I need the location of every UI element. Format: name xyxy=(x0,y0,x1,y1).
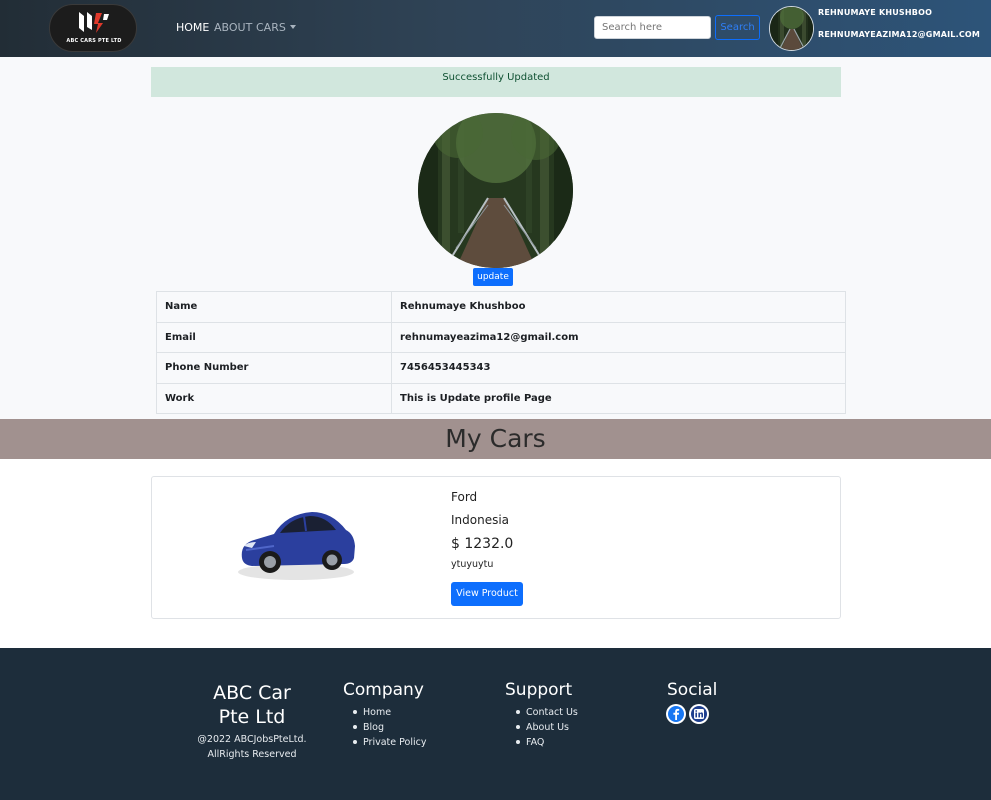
profile-image xyxy=(418,113,573,268)
nav-link-cars[interactable]: CARS xyxy=(256,21,296,34)
search-input[interactable] xyxy=(594,16,711,39)
nav-link-cars-label: CARS xyxy=(256,21,286,34)
nav-link-about[interactable]: ABOUT xyxy=(214,21,252,34)
avatar-image xyxy=(770,7,813,50)
footer-brand: ABC Car Pte Ltd xyxy=(196,681,308,729)
car-photo xyxy=(238,512,355,580)
footer-support-title: Support xyxy=(505,680,573,700)
logo-text: ABC CARS PTE LTD xyxy=(66,38,122,44)
car-description: ytuyuytu xyxy=(451,559,494,570)
footer-support-list: Contact Us About Us FAQ xyxy=(516,705,578,750)
work-value: This is Update profile Page xyxy=(391,382,846,414)
user-email: REHNUMAYEAZIMA12@GMAIL.COM xyxy=(818,30,981,39)
email-value: rehnumayeazima12@gmail.com xyxy=(391,321,846,353)
car-country: Indonesia xyxy=(451,513,510,527)
phone-label: Phone Number xyxy=(156,352,392,384)
table-row: Email rehnumayeazima12@gmail.com xyxy=(156,321,846,353)
footer-company-title: Company xyxy=(343,680,424,700)
footer-company-list: Home Blog Private Policy xyxy=(353,705,426,750)
phone-value: 7456453445343 xyxy=(391,352,846,384)
footer-link-about-us[interactable]: About Us xyxy=(516,720,578,735)
user-name: REHNUMAYE KHUSHBOO xyxy=(818,8,933,17)
navbar: ABC CARS PTE LTD HOME ABOUT CARS Search … xyxy=(0,0,991,57)
linkedin-icon[interactable] xyxy=(689,704,709,724)
success-alert: Successfully Updated xyxy=(151,67,841,97)
email-label: Email xyxy=(156,321,392,353)
footer xyxy=(0,648,991,800)
car-brand: Ford xyxy=(451,490,478,504)
name-label: Name xyxy=(156,291,392,323)
name-value: Rehnumaye Khushboo xyxy=(391,291,846,323)
nav-link-home[interactable]: HOME xyxy=(176,21,209,34)
view-product-button[interactable]: View Product xyxy=(451,582,523,606)
table-row: Phone Number 7456453445343 xyxy=(156,352,846,384)
update-profile-button[interactable]: update xyxy=(473,268,513,286)
car-price: $ 1232.0 xyxy=(451,536,514,552)
car-image xyxy=(234,500,359,585)
profile-info-table: Name Rehnumaye Khushboo Email rehnumayea… xyxy=(156,291,846,414)
work-label: Work xyxy=(156,382,392,414)
brand-logo[interactable]: ABC CARS PTE LTD xyxy=(49,4,137,52)
table-row: Name Rehnumaye Khushboo xyxy=(156,291,846,323)
chevron-down-icon xyxy=(289,25,296,29)
facebook-icon[interactable] xyxy=(666,704,686,724)
footer-link-faq[interactable]: FAQ xyxy=(516,735,578,750)
footer-link-home[interactable]: Home xyxy=(353,705,426,720)
my-cars-title: My Cars xyxy=(445,424,546,453)
avatar[interactable] xyxy=(769,6,814,51)
footer-brand-line1: ABC Car xyxy=(213,682,291,704)
footer-link-blog[interactable]: Blog xyxy=(353,720,426,735)
footer-brand-line2: Pte Ltd xyxy=(218,706,286,728)
footer-link-contact-us[interactable]: Contact Us xyxy=(516,705,578,720)
logo-mark-icon xyxy=(79,12,109,33)
footer-copyright: @2022 ABCJobsPteLtd. AllRights Reserved xyxy=(197,734,307,760)
footer-social-title: Social xyxy=(667,680,718,700)
search-button[interactable]: Search xyxy=(715,15,760,40)
profile-picture xyxy=(418,113,573,268)
footer-link-private-policy[interactable]: Private Policy xyxy=(353,735,426,750)
table-row: Work This is Update profile Page xyxy=(156,382,846,414)
